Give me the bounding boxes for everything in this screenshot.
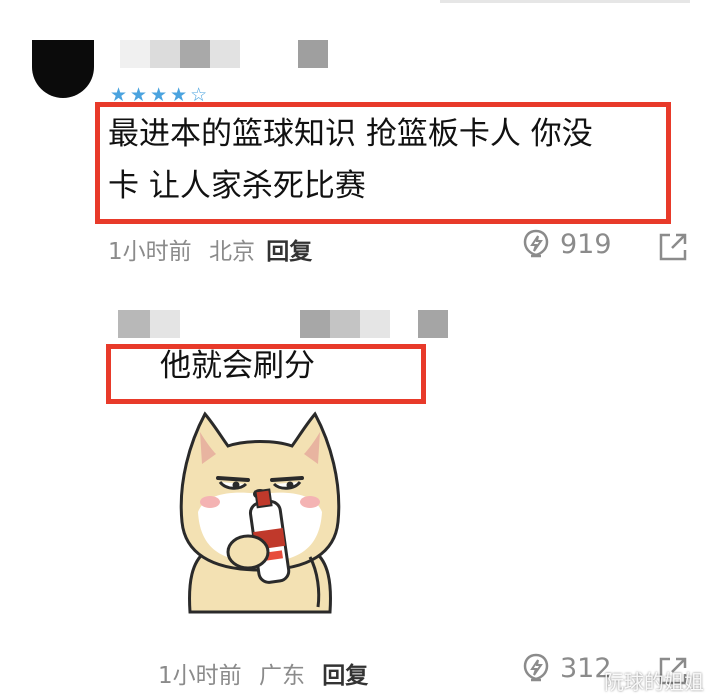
comment-meta: 1小时前 北京 回复 xyxy=(108,232,312,266)
reply-button[interactable]: 回复 xyxy=(266,239,312,265)
comment-time: 1小时前 xyxy=(158,663,242,689)
top-divider xyxy=(440,0,690,3)
share-icon[interactable] xyxy=(658,232,688,262)
shiba-dog-drinking-sticker[interactable] xyxy=(160,402,360,617)
comment-location: 广东 xyxy=(258,663,305,689)
comment-location: 北京 xyxy=(208,239,255,265)
reply-button[interactable]: 回复 xyxy=(322,663,368,689)
like-button[interactable]: 919 xyxy=(522,228,612,260)
comment-text-line: 最进本的篮球知识 抢篮板卡人 你没 xyxy=(108,116,593,152)
comment-meta: 1小时前 广东 回复 xyxy=(158,656,368,690)
comment-time: 1小时前 xyxy=(108,239,192,265)
comment-text-line: 卡 让人家杀死比赛 xyxy=(108,168,366,204)
watermark: 阮球的姐姐 xyxy=(604,670,704,694)
like-icon xyxy=(523,653,549,682)
like-button[interactable]: 312 xyxy=(522,652,612,684)
comment-text: 最进本的篮球知识 抢篮板卡人 你没 卡 让人家杀死比赛 xyxy=(108,108,593,212)
like-count: 919 xyxy=(560,228,612,260)
like-icon xyxy=(523,229,549,258)
comment-text: 他就会刷分 xyxy=(160,348,315,384)
avatar[interactable] xyxy=(32,40,94,98)
